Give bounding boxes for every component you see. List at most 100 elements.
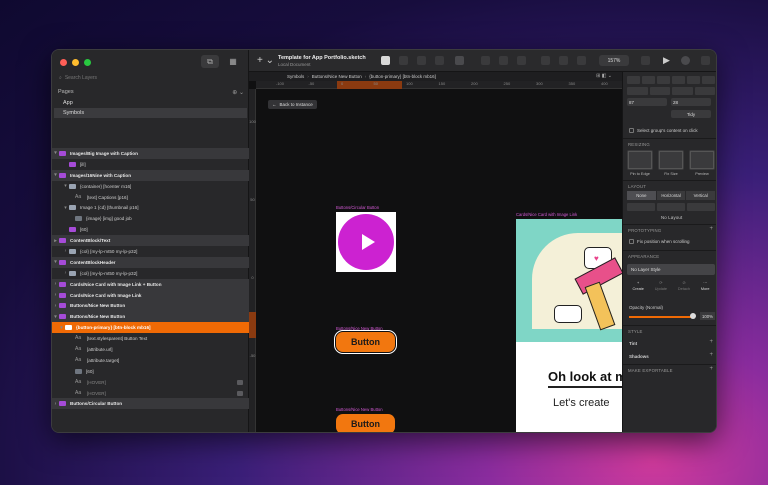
layout-options[interactable] <box>627 203 715 211</box>
view-icon[interactable] <box>641 56 650 65</box>
selected-button-primary[interactable]: Button <box>334 330 397 354</box>
flatten-icon[interactable] <box>499 56 508 65</box>
preview-preset[interactable] <box>689 150 715 170</box>
layer-row[interactable]: {image} [img] good job <box>52 213 249 224</box>
layer-row[interactable]: › Buttons/Nice New Button <box>52 300 249 312</box>
page-item-symbols[interactable]: Symbols <box>54 108 247 118</box>
nice-new-button[interactable]: Button <box>336 414 395 432</box>
artboard-nice-card[interactable]: ♥ Oh look at m Let's create <box>516 219 622 432</box>
breadcrumb-item[interactable]: Buttons/Nice New Button <box>312 74 362 79</box>
cloud-icon[interactable] <box>681 56 690 65</box>
disclosure-icon[interactable]: ▾ <box>52 172 59 178</box>
layer-row[interactable]: › {col} [my-lp-mt50 my-lp-p32] <box>52 268 249 279</box>
layer-row[interactable]: ▾ {button-primary} [btn-block mb16] <box>52 322 249 334</box>
disclosure-icon[interactable]: ▾ <box>52 150 59 156</box>
play-icon[interactable]: ▶ <box>663 55 670 66</box>
disclosure-icon[interactable]: › <box>62 270 69 276</box>
detach-style-button[interactable]: ⊘ Detach <box>678 280 690 292</box>
canvas-options-icon[interactable]: ⊞ ◧ ⌄ <box>596 73 612 79</box>
disclosure-icon[interactable]: ▾ <box>62 205 69 211</box>
fix-position-option[interactable]: Fix position when scrolling <box>629 239 690 244</box>
add-export-icon[interactable]: + <box>709 366 713 372</box>
add-page-icon[interactable]: ⊕ ⌄ <box>232 89 244 96</box>
components-view-icon[interactable]: ▦ <box>224 55 242 68</box>
artboard-label-card[interactable]: Cards/Nice Card with Image Link <box>516 212 577 217</box>
layer-row[interactable]: [ill] <box>52 159 249 170</box>
layer-search[interactable]: ⌕ Search Layers <box>56 72 245 84</box>
notifications-icon[interactable] <box>701 56 710 65</box>
vertical-ruler[interactable]: 100 50 0 -50 <box>249 89 256 432</box>
update-style-button[interactable]: ⟳ Update <box>655 280 667 292</box>
layer-row[interactable]: › {col} [my-lp-mt50 my-lp-p32] <box>52 246 249 257</box>
artboard-circular-button[interactable] <box>336 212 396 272</box>
distribute-icon[interactable] <box>435 56 444 65</box>
insert-icon[interactable]: + ⌄ <box>257 55 274 66</box>
disclosure-icon[interactable]: ▾ <box>58 325 65 331</box>
tint-row[interactable]: Tint <box>629 341 637 346</box>
layer-row[interactable]: Aa [text.stylesparent] Button Text <box>52 333 249 344</box>
link-icon[interactable] <box>237 379 243 385</box>
layer-row[interactable]: › Buttons/Circular Button <box>52 398 249 410</box>
checkbox[interactable] <box>629 128 634 133</box>
layer-row[interactable]: ▾ {container} [hcenter m16] <box>52 181 249 192</box>
fix-size-preset[interactable] <box>658 150 684 170</box>
search-input[interactable]: Search Layers <box>65 75 97 81</box>
horizontal-ruler[interactable]: -100 -50 0 50 100 150 200 250 300 350 400 <box>256 81 622 89</box>
disclosure-icon[interactable]: › <box>52 303 59 309</box>
layer-row[interactable]: Aa [attribute.target] <box>52 355 249 366</box>
minimize-window-button[interactable] <box>72 59 79 66</box>
disclosure-icon[interactable]: › <box>52 281 59 287</box>
checkbox[interactable] <box>629 239 634 244</box>
size-buttons[interactable] <box>627 87 715 95</box>
add-tint-icon[interactable]: + <box>709 339 713 345</box>
breadcrumb-item[interactable]: Symbols <box>287 74 304 79</box>
add-shadow-icon[interactable]: + <box>709 352 713 358</box>
layer-row[interactable]: [60] <box>52 366 249 377</box>
opacity-slider-track[interactable] <box>629 316 695 318</box>
group-icon[interactable] <box>399 56 408 65</box>
pin-to-edge-preset[interactable] <box>627 150 653 170</box>
layer-row[interactable]: ▾ ContentBlockHeader <box>52 256 249 268</box>
artboard-label-nice-button-2[interactable]: Buttons/Nice New Button <box>336 407 383 412</box>
layout-segmented-control[interactable]: None Horizontal Vertical <box>627 191 716 200</box>
layer-row[interactable]: [60] <box>52 224 249 235</box>
breadcrumb-item[interactable]: {button-primary} [btn-block mb16] <box>369 74 436 79</box>
zoom-window-button[interactable] <box>84 59 91 66</box>
more-style-button[interactable]: ⋯ More <box>701 280 710 292</box>
opacity-slider-handle[interactable] <box>690 313 696 319</box>
create-style-button[interactable]: + Create <box>632 280 643 292</box>
zoom-control[interactable]: 157% <box>599 55 629 66</box>
close-window-button[interactable] <box>60 59 67 66</box>
layout-vertical[interactable]: Vertical <box>686 191 716 200</box>
align-icon[interactable] <box>417 56 426 65</box>
disclosure-icon[interactable]: ▸ <box>52 238 59 244</box>
select-group-option[interactable]: Select group's content on click <box>629 128 698 133</box>
artboard-label-circular-button[interactable]: Buttons/Circular Button <box>336 205 379 210</box>
page-item-app[interactable]: App <box>54 98 247 108</box>
rotate-icon[interactable] <box>517 56 526 65</box>
layout-horizontal[interactable]: Horizontal <box>656 191 686 200</box>
layers-view-icon[interactable]: ⧉ <box>201 55 219 68</box>
layout-none[interactable]: None <box>627 191 656 200</box>
disclosure-icon[interactable]: ▾ <box>62 183 69 189</box>
shadows-row[interactable]: Shadows <box>629 354 649 359</box>
layer-row[interactable]: Aa [HOVER] <box>52 388 249 399</box>
layer-row[interactable]: ▾ Image 1 {cd} [thumbnail p16] <box>52 202 249 213</box>
disclosure-icon[interactable]: ▾ <box>52 314 59 320</box>
disclosure-icon[interactable]: › <box>62 248 69 254</box>
layer-row[interactable]: ▸ ContentBlock/Text <box>52 235 249 247</box>
back-to-instance-button[interactable]: ← Back to Instance <box>268 100 317 109</box>
layer-row[interactable]: › Cards/Nice Card with Image Link + Butto… <box>52 278 249 290</box>
x-field[interactable]: 87 <box>627 98 667 106</box>
intersect-icon[interactable] <box>577 56 586 65</box>
layer-row[interactable]: › Cards/Nice Card with Image Link <box>52 289 249 301</box>
add-icon[interactable]: + <box>709 226 713 232</box>
y-field[interactable]: 28 <box>671 98 711 106</box>
layer-style-select[interactable]: No Layer Style <box>627 264 715 275</box>
artboard-label-nice-button[interactable]: Buttons/Nice New Button <box>336 326 383 331</box>
disclosure-icon[interactable]: › <box>52 401 59 407</box>
tidy-button[interactable]: Tidy <box>671 110 711 118</box>
subtract-icon[interactable] <box>559 56 568 65</box>
mask-icon[interactable] <box>455 56 464 65</box>
create-symbol-icon[interactable] <box>381 56 390 65</box>
